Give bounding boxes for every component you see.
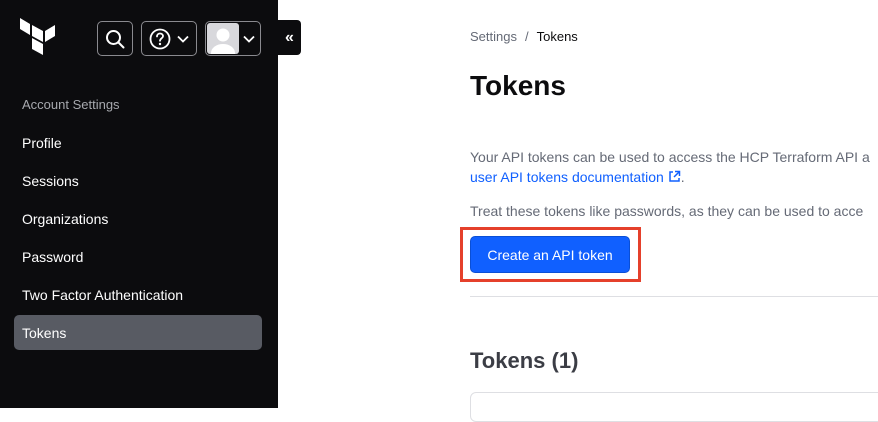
- sidebar-item-profile[interactable]: Profile: [14, 125, 262, 160]
- sidebar-section-label: Account Settings: [22, 97, 120, 112]
- external-link-icon: [668, 170, 680, 182]
- breadcrumb-current: Tokens: [536, 29, 578, 44]
- sidebar-item-label: Profile: [22, 134, 62, 151]
- sidebar-item-password[interactable]: Password: [14, 239, 262, 274]
- tokens-section-title: Tokens (1): [470, 348, 579, 373]
- sidebar-item-sessions[interactable]: Sessions: [14, 163, 262, 198]
- chevron-down-icon: [243, 35, 255, 43]
- help-menu-button[interactable]: [141, 21, 197, 56]
- page-title: Tokens: [470, 70, 566, 101]
- help-icon: [149, 28, 171, 49]
- api-tokens-description: Your API tokens can be used to access th…: [470, 147, 878, 187]
- sidebar-item-label: Two Factor Authentication: [22, 286, 184, 303]
- sidebar-item-two-factor-authentication[interactable]: Two Factor Authentication: [14, 277, 262, 312]
- sidebar: Account Settings Profile Sessions Organi…: [0, 0, 278, 408]
- create-api-token-button[interactable]: Create an API token: [470, 236, 630, 273]
- divider: [470, 296, 878, 297]
- sidebar-item-label: Sessions: [22, 172, 79, 189]
- breadcrumb-separator: /: [524, 29, 529, 44]
- sidebar-item-tokens[interactable]: Tokens: [14, 315, 262, 350]
- sidebar-item-label: Tokens: [22, 324, 67, 341]
- user-menu-button[interactable]: [205, 21, 261, 56]
- tokens-warning-text: Treat these tokens like passwords, as th…: [470, 203, 864, 219]
- search-button[interactable]: [97, 21, 133, 56]
- breadcrumb: Settings / Tokens: [470, 29, 578, 44]
- main-content: Settings / Tokens Tokens Your API tokens…: [278, 0, 878, 422]
- tokens-list-card: [470, 392, 878, 422]
- description-period: .: [680, 169, 685, 185]
- description-text: Your API tokens can be used to access th…: [470, 149, 870, 165]
- search-icon: [106, 29, 125, 48]
- terraform-logo[interactable]: [20, 18, 56, 58]
- sidebar-item-label: Password: [22, 248, 84, 265]
- avatar: [207, 23, 239, 54]
- sidebar-item-organizations[interactable]: Organizations: [14, 201, 262, 236]
- breadcrumb-settings-link[interactable]: Settings: [470, 29, 517, 44]
- sidebar-item-label: Organizations: [22, 210, 109, 227]
- api-tokens-documentation-link[interactable]: user API tokens documentation: [470, 169, 681, 185]
- chevron-down-icon: [177, 35, 189, 43]
